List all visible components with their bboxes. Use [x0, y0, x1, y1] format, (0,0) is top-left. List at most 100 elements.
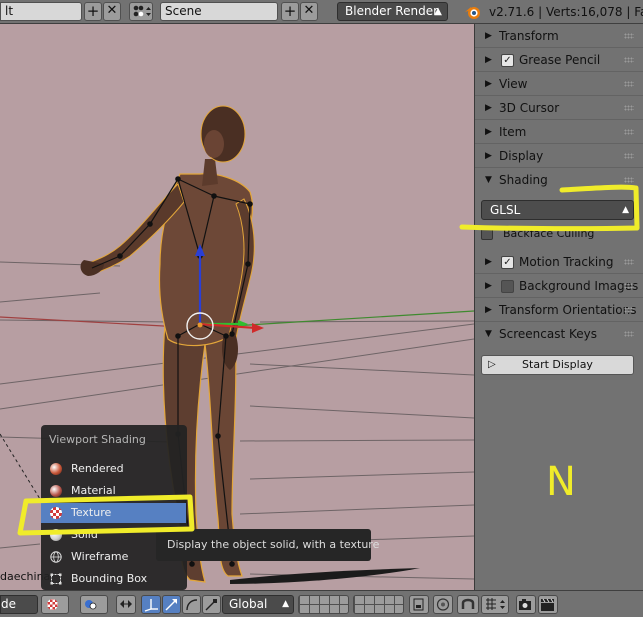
backface-culling-toggle[interactable]: Backface Culling [481, 226, 594, 242]
drag-grip-icon[interactable] [624, 331, 634, 337]
pivot-point-button[interactable] [80, 595, 108, 614]
proportional-editing-button[interactable] [116, 595, 136, 614]
camera-line [0, 433, 41, 500]
clapperboard-icon [541, 598, 554, 611]
material-mode-dropdown[interactable]: GLSL ▲ [481, 200, 634, 220]
menu-item-texture[interactable]: Texture [41, 503, 186, 523]
material-sphere-icon [50, 485, 62, 497]
snap-element-dropdown[interactable] [481, 595, 509, 614]
add-scene-button[interactable]: + [281, 2, 299, 21]
remove-scene-button[interactable]: ✕ [300, 2, 318, 21]
motion-tracking-checkbox[interactable]: ✓ [501, 256, 514, 269]
render-engine-label: Blender Render [345, 4, 439, 18]
menu-item-label: Material [71, 484, 116, 497]
scene-statistics: v2.71.6 | Verts:16,078 | Faces [489, 5, 643, 19]
start-display-button[interactable]: ▷ Start Display [481, 355, 634, 375]
blender-logo-icon [465, 7, 480, 19]
layer-buttons-group-1[interactable] [298, 595, 349, 614]
camera-icon [519, 599, 531, 610]
figure-shadow [230, 568, 420, 584]
panel-display[interactable]: ▶ Display [475, 144, 643, 168]
drag-grip-icon[interactable] [624, 283, 634, 289]
render-engine-dropdown[interactable]: Blender Render ▲ [337, 2, 448, 21]
manipulator-icon [144, 599, 158, 612]
panel-label: Display [499, 149, 544, 163]
wireframe-sphere-icon [50, 551, 62, 563]
viewport-header: de Global ▲ [0, 590, 643, 617]
panel-shading[interactable]: ▼ Shading [475, 168, 643, 192]
panel-view[interactable]: ▶ View [475, 72, 643, 96]
background-images-checkbox[interactable] [501, 280, 514, 293]
drag-grip-icon[interactable] [624, 57, 634, 63]
rotate-manipulator-button[interactable] [182, 595, 201, 614]
interaction-mode-dropdown[interactable]: de [0, 595, 38, 614]
panel-label: Shading [499, 173, 548, 187]
render-animation-button[interactable] [538, 595, 558, 614]
lock-layers-button[interactable] [409, 595, 429, 614]
drag-grip-icon[interactable] [624, 81, 634, 87]
viewport-shading-button[interactable] [41, 595, 69, 614]
scale-manipulator-button[interactable] [202, 595, 221, 614]
menu-item-rendered[interactable]: Rendered [41, 459, 187, 479]
collapsed-triangle-icon: ▶ [485, 103, 492, 113]
collapsed-triangle-icon: ▶ [485, 79, 492, 89]
drag-grip-icon[interactable] [624, 259, 634, 265]
panel-motion-tracking[interactable]: ▶ ✓ Motion Tracking [475, 250, 643, 274]
add-screen-button[interactable]: + [84, 2, 102, 21]
panel-item[interactable]: ▶ Item [475, 120, 643, 144]
panel-grease-pencil[interactable]: ▶ ✓ Grease Pencil [475, 48, 643, 72]
menu-item-material[interactable]: Material [41, 481, 187, 501]
drag-grip-icon[interactable] [624, 153, 634, 159]
snap-toggle[interactable] [457, 595, 479, 614]
texture-checker-icon [50, 507, 62, 519]
drag-grip-icon[interactable] [624, 307, 634, 313]
panel-label: Transform [499, 29, 559, 43]
panel-screencast-keys[interactable]: ▼ Screencast Keys [475, 322, 643, 346]
drag-grip-icon[interactable] [624, 129, 634, 135]
render-still-button[interactable] [516, 595, 536, 614]
menu-item-label: Bounding Box [71, 572, 148, 585]
translate-manipulator-button[interactable] [162, 595, 181, 614]
menu-item-bounding-box[interactable]: Bounding Box [41, 569, 187, 589]
material-mode-value: GLSL [490, 203, 521, 217]
panel-label: 3D Cursor [499, 101, 560, 115]
scene-browse-button[interactable] [129, 2, 153, 21]
panel-label: Motion Tracking [519, 255, 614, 269]
panel-background-images[interactable]: ▶ Background Images [475, 274, 643, 298]
scene-icon [133, 5, 151, 17]
screen-layout-name: lt [5, 4, 14, 18]
menu-title: Viewport Shading [49, 433, 146, 446]
panel-3d-cursor[interactable]: ▶ 3D Cursor [475, 96, 643, 120]
menu-item-label: Wireframe [71, 550, 129, 563]
proportional-edit-toggle[interactable] [433, 595, 453, 614]
panel-transform[interactable]: ▶ Transform [475, 24, 643, 48]
drag-grip-icon[interactable] [624, 33, 634, 39]
scene-name-field[interactable]: Scene [160, 2, 278, 21]
updown-arrows-icon: ▲ [434, 6, 442, 17]
texture-shading-icon [47, 599, 58, 610]
transform-orientation-dropdown[interactable]: Global ▲ [222, 595, 294, 614]
proportional-circle-icon [436, 598, 450, 611]
collapsed-triangle-icon: ▶ [485, 127, 492, 137]
layer-lock-icon [413, 598, 424, 611]
panel-label: Transform Orientations [499, 303, 637, 317]
start-display-label: Start Display [522, 358, 593, 371]
panel-transform-orientations[interactable]: ▶ Transform Orientations [475, 298, 643, 322]
updown-arrows-icon: ▲ [282, 599, 289, 609]
translate-arrow-icon [165, 599, 177, 611]
play-icon: ▷ [488, 359, 496, 370]
drag-grip-icon[interactable] [624, 105, 634, 111]
remove-screen-button[interactable]: ✕ [103, 2, 121, 21]
backface-culling-label: Backface Culling [503, 227, 595, 240]
interaction-mode-label: de [1, 597, 16, 611]
layer-buttons-group-2[interactable] [353, 595, 404, 614]
snap-grid-icon [486, 598, 505, 610]
manipulator-toggle[interactable] [141, 595, 161, 614]
collapsed-triangle-icon: ▶ [485, 31, 492, 41]
menu-item-label: Texture [71, 506, 112, 519]
drag-grip-icon[interactable] [624, 177, 634, 183]
grease-pencil-checkbox[interactable]: ✓ [501, 54, 514, 67]
menu-item-label: Solid [71, 528, 98, 541]
backface-culling-checkbox[interactable] [481, 228, 493, 240]
screen-layout-field[interactable]: lt [0, 2, 82, 21]
